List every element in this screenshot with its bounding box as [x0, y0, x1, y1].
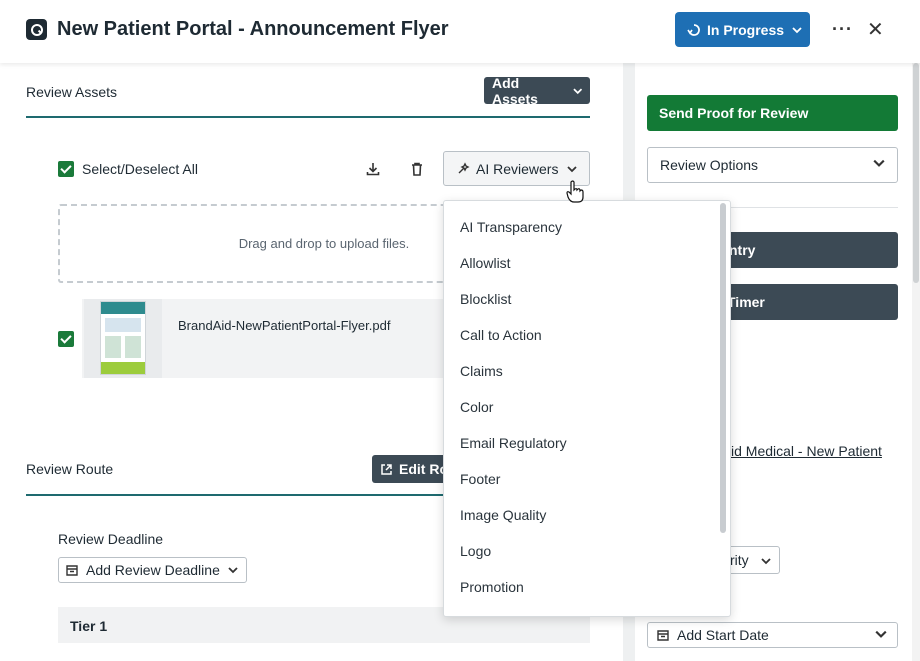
page-scrollbar[interactable]	[912, 63, 920, 661]
review-deadline-label: Review Deadline	[58, 531, 164, 547]
project-link[interactable]: id Medical - New Patient	[731, 443, 882, 459]
status-label: In Progress	[707, 21, 785, 38]
menu-item-blocklist[interactable]: Blocklist	[460, 291, 511, 307]
select-all-label: Select/Deselect All	[82, 161, 198, 177]
header: New Patient Portal - Announcement Flyer …	[0, 0, 920, 63]
chevron-down-icon	[875, 630, 887, 638]
sidebar-action-button-2-label: Timer	[727, 294, 765, 310]
file-checkbox[interactable]	[58, 331, 74, 347]
review-assets-title: Review Assets	[26, 84, 118, 100]
download-icon[interactable]	[365, 161, 381, 177]
file-card[interactable]: BrandAid-NewPatientPortal-Flyer.pdf	[82, 299, 444, 378]
app-logo-icon	[26, 19, 47, 40]
ai-sparkle-icon	[458, 161, 470, 173]
status-dropdown-button[interactable]: In Progress	[675, 12, 810, 47]
add-assets-button[interactable]: Add Assets	[484, 74, 590, 107]
add-start-date-dropdown[interactable]: Add Start Date	[647, 622, 898, 648]
ai-reviewers-menu: AI Transparency Allowlist Blocklist Call…	[443, 200, 731, 617]
chevron-down-icon	[792, 26, 802, 33]
review-route-title: Review Route	[26, 461, 114, 477]
sidebar-action-button-1-label: ntry	[729, 242, 756, 258]
menu-item-promotion[interactable]: Promotion	[460, 579, 524, 595]
select-all-checkbox[interactable]	[58, 161, 74, 177]
menu-item-color[interactable]: Color	[460, 399, 493, 415]
tier-label: Tier 1	[70, 618, 108, 634]
chevron-down-icon	[572, 87, 582, 94]
add-assets-label: Add Assets	[492, 74, 538, 107]
chevron-down-icon	[761, 558, 771, 565]
menu-item-ai-transparency[interactable]: AI Transparency	[460, 219, 562, 235]
add-review-deadline-dropdown[interactable]: Add Review Deadline	[58, 557, 247, 583]
review-options-label: Review Options	[660, 157, 759, 173]
menu-item-image-quality[interactable]: Image Quality	[460, 507, 546, 523]
chevron-down-icon	[228, 567, 238, 574]
menu-item-email-regulatory[interactable]: Email Regulatory	[460, 435, 567, 451]
chevron-down-icon	[567, 165, 578, 172]
add-start-date-label: Add Start Date	[677, 627, 769, 643]
menu-item-call-to-action[interactable]: Call to Action	[460, 327, 542, 343]
external-link-icon	[381, 463, 392, 475]
add-review-deadline-label: Add Review Deadline	[86, 562, 220, 578]
review-options-dropdown[interactable]: Review Options	[647, 147, 898, 183]
edit-route-label: Edit Ro	[399, 461, 448, 477]
page-title: New Patient Portal - Announcement Flyer	[57, 18, 449, 40]
flyer-preview-image	[100, 301, 146, 375]
menu-item-allowlist[interactable]: Allowlist	[460, 255, 511, 271]
calendar-add-icon	[66, 565, 78, 576]
menu-item-footer[interactable]: Footer	[460, 471, 500, 487]
file-thumbnail	[84, 299, 162, 378]
section-divider	[26, 116, 590, 118]
progress-icon	[687, 23, 700, 36]
priority-label: rity	[730, 552, 749, 568]
send-proof-button[interactable]: Send Proof for Review	[647, 95, 898, 131]
trash-icon[interactable]	[409, 161, 425, 177]
ai-reviewers-label: AI Reviewers	[476, 160, 559, 177]
menu-scrollbar[interactable]	[720, 203, 726, 533]
chevron-down-icon	[873, 159, 885, 167]
page-scrollbar-thumb[interactable]	[913, 63, 919, 283]
more-options-button[interactable]: ···	[832, 19, 853, 40]
file-name: BrandAid-NewPatientPortal-Flyer.pdf	[178, 318, 391, 333]
menu-item-claims[interactable]: Claims	[460, 363, 503, 379]
hand-cursor-icon	[566, 180, 584, 203]
menu-item-logo[interactable]: Logo	[460, 543, 491, 559]
close-button[interactable]: ✕	[867, 17, 884, 42]
calendar-add-icon	[657, 630, 669, 641]
